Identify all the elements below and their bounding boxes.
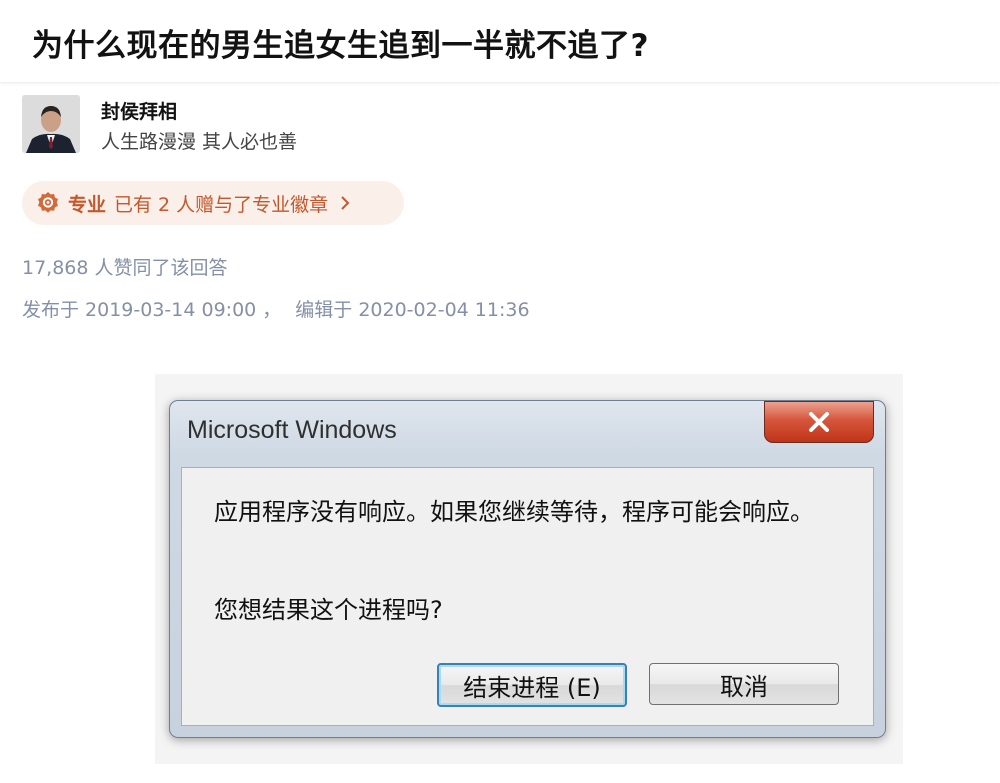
vote-count[interactable]: 17,868 人赞同了该回答 [22, 253, 228, 280]
dialog-message: 应用程序没有响应。如果您继续等待，程序可能会响应。 [214, 498, 814, 526]
answer-timestamps: 发布于 2019-03-14 09:00 ， 编辑于 2020-02-04 11:3… [22, 295, 530, 322]
badge-description: 已有 2 人赠与了专业徽章 [114, 193, 329, 216]
end-process-button: 结束进程 (E) [437, 663, 627, 707]
dialog-body: 应用程序没有响应。如果您继续等待，程序可能会响应。 您想结果这个进程吗? 结束进… [181, 467, 874, 726]
chevron-right-icon [341, 196, 350, 210]
dialog-close-button [764, 401, 874, 443]
avatar-portrait-icon [22, 95, 80, 153]
cancel-button: 取消 [649, 663, 839, 705]
badge-title: 专业 [68, 193, 107, 216]
time-separator: ， [262, 299, 282, 321]
professional-badge[interactable]: 专业 已有 2 人赠与了专业徽章 [22, 181, 404, 225]
dialog-title: Microsoft Windows [187, 416, 397, 444]
close-icon [809, 412, 829, 432]
author-name[interactable]: 封侯拜相 [101, 97, 177, 124]
author-avatar[interactable] [22, 95, 80, 153]
answer-image: Microsoft Windows 应用程序没有响应。如果您继续等待，程序可能会… [155, 374, 903, 764]
windows-dialog: Microsoft Windows 应用程序没有响应。如果您继续等待，程序可能会… [169, 400, 886, 738]
question-title[interactable]: 为什么现在的男生追女生追到一半就不追了? [32, 20, 649, 65]
dialog-question: 您想结果这个进程吗? [214, 596, 443, 624]
question-header: 为什么现在的男生追女生追到一半就不追了? [0, 0, 1000, 82]
badge-icon [38, 192, 58, 213]
author-bio: 人生路漫漫 其人必也善 [101, 131, 298, 153]
published-time[interactable]: 发布于 2019-03-14 09:00 [22, 299, 256, 321]
edited-time: 编辑于 2020-02-04 11:36 [295, 299, 530, 321]
author-info: 封侯拜相 人生路漫漫 其人必也善 [22, 95, 622, 155]
